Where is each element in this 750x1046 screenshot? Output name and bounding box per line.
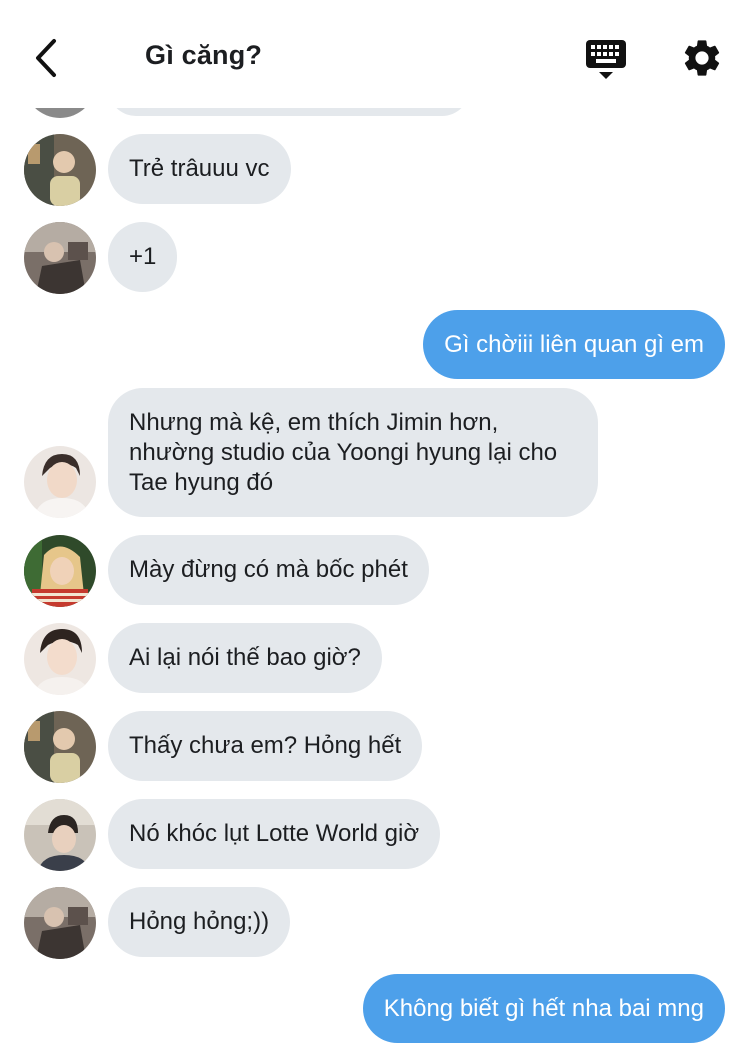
message-bubble[interactable]: Hỏng hỏng;))	[108, 887, 291, 957]
message-bubble-outgoing[interactable]: Không biết gì hết nha bai mng	[362, 974, 725, 1043]
message-bubble-outgoing[interactable]: Gì chờiii liên quan gì em	[423, 310, 725, 379]
avatar-image	[24, 535, 96, 607]
avatar-image	[24, 799, 96, 871]
message-bubble[interactable]: Thấy chưa em? Hỏng hết	[108, 711, 423, 781]
message-bubble[interactable]: Nhưng mà kệ, em thích Jimin hơn, nhường …	[108, 388, 598, 517]
message-text: +1	[129, 243, 157, 270]
message-text: Mày đừng có mà bốc phét	[129, 556, 408, 583]
avatar[interactable]	[24, 446, 96, 518]
message-bubble[interactable]: Ai lại nói thế bao giờ?	[108, 623, 382, 693]
message-text: Nhưng mà kệ, em thích Jimin hơn, nhường …	[129, 409, 558, 496]
avatar-image	[24, 711, 96, 783]
avatar[interactable]	[24, 222, 96, 294]
avatar[interactable]	[24, 711, 96, 783]
message-text: Hỏng hỏng;))	[129, 908, 270, 935]
avatar[interactable]	[24, 799, 96, 871]
gear-icon	[684, 40, 720, 76]
avatar-image	[24, 887, 96, 959]
avatar[interactable]	[24, 623, 96, 695]
avatar-image	[24, 623, 96, 695]
keyboard-button[interactable]	[584, 38, 628, 82]
page-title: Gì căng?	[145, 40, 263, 70]
chat-header: Gì căng?	[0, 0, 750, 108]
avatar-image	[24, 222, 96, 294]
message-bubble[interactable]: +1	[108, 222, 178, 292]
message-bubble[interactable]: Trẻ trâuuu vc	[108, 134, 291, 204]
avatar[interactable]	[24, 134, 96, 206]
message-bubble[interactable]: Nó khóc lụt Lotte World giờ	[108, 799, 441, 869]
chevron-left-icon	[36, 39, 56, 77]
message-text: Ai lại nói thế bao giờ?	[129, 644, 361, 671]
message-text: Trẻ trâuuu vc	[129, 155, 270, 182]
message-bubble[interactable]: Mày đừng có mà bốc phét	[108, 535, 429, 605]
message-text: Thấy chưa em? Hỏng hết	[129, 732, 402, 759]
message-text: Gì chờiii liên quan gì em	[444, 330, 704, 358]
avatar[interactable]	[24, 887, 96, 959]
message-text: Không biết gì hết nha bai mng	[383, 994, 704, 1022]
back-button[interactable]	[28, 36, 64, 80]
message-text: Nó khóc lụt Lotte World giờ	[129, 820, 420, 847]
keyboard-icon	[586, 40, 626, 79]
avatar-image	[24, 446, 96, 518]
chat-thread: Trẻ trâuuu vc +1 Gì chờiii liên quan gì …	[0, 0, 750, 1046]
settings-button[interactable]	[680, 36, 724, 80]
avatar[interactable]	[24, 535, 96, 607]
avatar-image	[24, 134, 96, 206]
